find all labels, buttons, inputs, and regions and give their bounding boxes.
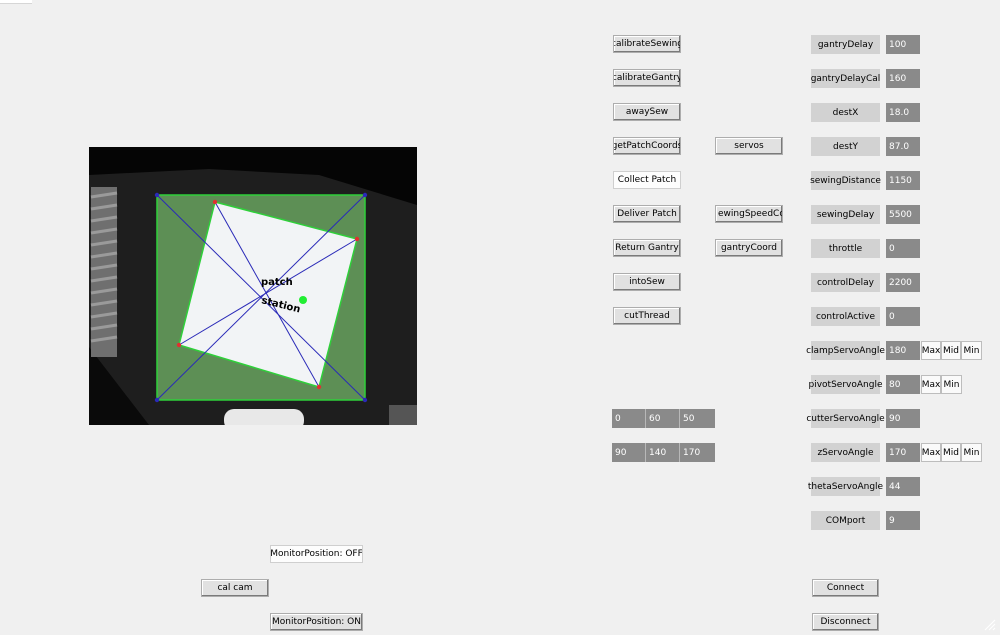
- into-sew-button[interactable]: intoSew: [613, 273, 681, 291]
- connect-button[interactable]: Connect: [812, 579, 879, 597]
- param-label-z-servo-angle: zServoAngle: [811, 443, 880, 462]
- param-label-clamp-servo-angle: clampServoAngle: [806, 341, 885, 360]
- patch-center-dot: [299, 296, 307, 304]
- param-input-dest-x[interactable]: 18.0: [886, 103, 920, 122]
- pivot-min-button[interactable]: Min: [941, 375, 962, 394]
- param-label-sewing-delay: sewingDelay: [811, 205, 880, 224]
- camera-frame: patch station: [89, 147, 417, 425]
- param-label-com-port: COMport: [811, 511, 880, 530]
- calibrate-gantry-button[interactable]: calibrateGantry: [613, 69, 681, 87]
- servo-row1-field2[interactable]: 60: [646, 409, 680, 428]
- param-input-theta-servo-angle[interactable]: 44: [886, 477, 920, 496]
- param-label-pivot-servo-angle: pivotServoAngle: [809, 375, 882, 394]
- param-label-dest-x: destX: [811, 103, 880, 122]
- servo-row2-field1[interactable]: 90: [612, 443, 646, 462]
- param-label-control-delay: controlDelay: [811, 273, 880, 292]
- param-label-control-active: controlActive: [811, 307, 880, 326]
- z-mid-button[interactable]: Mid: [941, 443, 961, 462]
- return-gantry-button[interactable]: Return Gantry: [613, 239, 681, 257]
- param-input-pivot-servo-angle[interactable]: 80: [886, 375, 920, 394]
- clamp-mid-button[interactable]: Mid: [941, 341, 961, 360]
- top-left-tab: [0, 0, 32, 4]
- param-input-gantry-delay[interactable]: 100: [886, 35, 920, 54]
- param-label-dest-y: destY: [811, 137, 880, 156]
- gantry-coord-button[interactable]: gantryCoord: [715, 239, 783, 257]
- cut-thread-button[interactable]: cutThread: [613, 307, 681, 325]
- collect-patch-button[interactable]: Collect Patch: [613, 171, 681, 189]
- resize-grip-icon[interactable]: [982, 617, 996, 631]
- cal-cam-button[interactable]: cal cam: [201, 579, 269, 597]
- sewing-speed-control-button[interactable]: ewingSpeedContro: [715, 205, 783, 223]
- servos-button[interactable]: servos: [715, 137, 783, 155]
- servo-row1-field3[interactable]: 50: [680, 409, 715, 428]
- param-input-clamp-servo-angle[interactable]: 180: [886, 341, 920, 360]
- get-patch-coords-button[interactable]: getPatchCoords: [613, 137, 681, 155]
- calibrate-sewing-button[interactable]: calibrateSewing: [613, 35, 681, 53]
- servo-row1-field1[interactable]: 0: [612, 409, 646, 428]
- machine-part-right: [389, 405, 417, 425]
- param-input-control-delay[interactable]: 2200: [886, 273, 920, 292]
- servo-row2-field2[interactable]: 140: [646, 443, 680, 462]
- param-input-sewing-distance[interactable]: 1150: [886, 171, 920, 190]
- param-input-control-active[interactable]: 0: [886, 307, 920, 326]
- param-input-throttle[interactable]: 0: [886, 239, 920, 258]
- param-label-gantry-delay-cal: gantryDelayCal: [811, 69, 880, 88]
- deliver-patch-button[interactable]: Deliver Patch: [613, 205, 681, 223]
- z-min-button[interactable]: Min: [961, 443, 982, 462]
- param-label-throttle: throttle: [811, 239, 880, 258]
- param-label-theta-servo-angle: thetaServoAngle: [808, 477, 883, 496]
- away-sew-button[interactable]: awaySew: [613, 103, 681, 121]
- camera-view[interactable]: patch station: [89, 147, 417, 425]
- clamp-max-button[interactable]: Max: [921, 341, 941, 360]
- screw-thread: [90, 187, 118, 357]
- param-input-sewing-delay[interactable]: 5500: [886, 205, 920, 224]
- overlay-label-patch: patch: [261, 277, 293, 288]
- servo-row2-field3[interactable]: 170: [680, 443, 715, 462]
- z-max-button[interactable]: Max: [921, 443, 941, 462]
- machine-part: [224, 409, 304, 425]
- param-input-cutter-servo-angle[interactable]: 90: [886, 409, 920, 428]
- pivot-max-button[interactable]: Max: [921, 375, 941, 394]
- param-input-com-port[interactable]: 9: [886, 511, 920, 530]
- clamp-min-button[interactable]: Min: [961, 341, 982, 360]
- disconnect-button[interactable]: Disconnect: [812, 613, 879, 631]
- param-input-dest-y[interactable]: 87.0: [886, 137, 920, 156]
- param-label-cutter-servo-angle: cutterServoAngle: [806, 409, 885, 428]
- param-label-sewing-distance: sewingDistance: [810, 171, 881, 190]
- param-label-gantry-delay: gantryDelay: [811, 35, 880, 54]
- monitor-position-off-button[interactable]: MonitorPosition: OFF: [270, 545, 363, 563]
- param-input-z-servo-angle[interactable]: 170: [886, 443, 920, 462]
- param-input-gantry-delay-cal[interactable]: 160: [886, 69, 920, 88]
- monitor-position-on-button[interactable]: MonitorPosition: ON: [270, 613, 363, 631]
